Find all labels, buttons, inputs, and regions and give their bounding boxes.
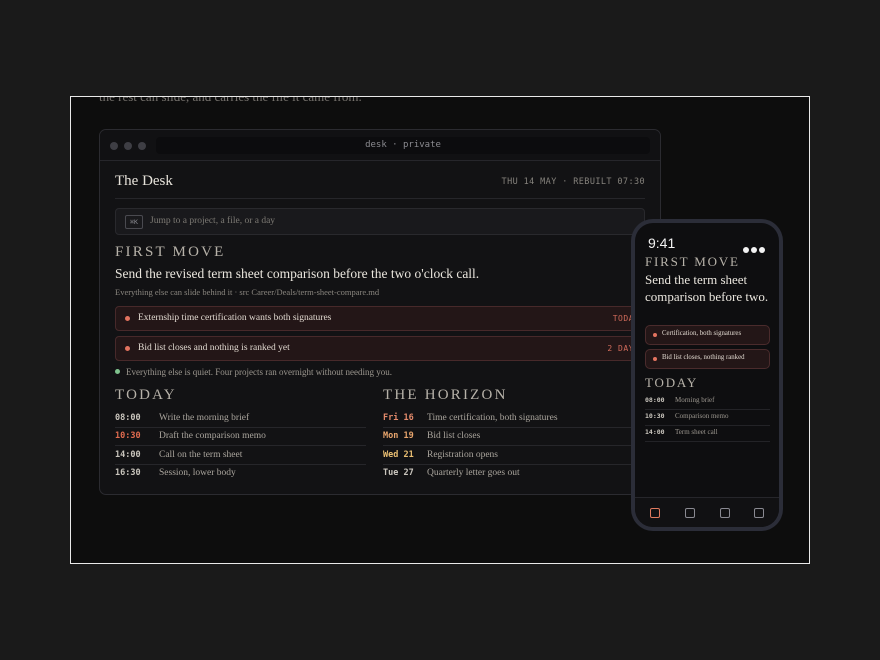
horizon-day: Tue 27 xyxy=(383,468,414,478)
phone-today-time: 10:30 xyxy=(645,412,665,420)
command-k-icon: ⌘K xyxy=(125,215,143,229)
window-close-dot[interactable] xyxy=(110,142,118,150)
divider xyxy=(115,198,645,199)
today-row[interactable]: 16:30 Session, lower body xyxy=(115,465,366,483)
today-label: Draft the comparison memo xyxy=(159,431,266,441)
phone-today-row[interactable]: 10:30 Comparison memo xyxy=(645,410,770,426)
phone-today-heading: TODAY xyxy=(645,375,699,390)
jump-search[interactable]: ⌘K Jump to a project, a file, or a day xyxy=(115,208,645,235)
today-row[interactable]: 08:00 Write the morning brief xyxy=(115,410,366,428)
horizon-heading: THE HORIZON xyxy=(383,387,508,403)
alert-row[interactable]: Externship time certification wants both… xyxy=(115,306,645,331)
home-tab-icon[interactable] xyxy=(650,508,660,518)
today-label: Session, lower body xyxy=(159,468,236,478)
status-dot-icon xyxy=(115,369,120,374)
projects-tab-icon[interactable] xyxy=(685,508,695,518)
phone-alert[interactable]: Bid list closes, nothing ranked xyxy=(645,349,770,369)
horizon-row[interactable]: Wed 21 Registration opens xyxy=(383,447,634,465)
today-label: Write the morning brief xyxy=(159,413,250,423)
phone-today-time: 14:00 xyxy=(645,428,665,436)
today-time-highlight: 10:30 xyxy=(115,431,141,441)
alert-dot-icon xyxy=(125,316,130,321)
desk-window: desk · private The Desk THU 14 MAY · REB… xyxy=(99,129,661,495)
phone-today-time: 08:00 xyxy=(645,396,665,404)
horizon-row[interactable]: Tue 27 Quarterly letter goes out xyxy=(383,465,634,483)
page-title: The Desk xyxy=(115,173,173,189)
phone-first-move-heading: FIRST MOVE xyxy=(645,254,740,269)
phone-headline: Send the term sheet comparison before tw… xyxy=(645,272,769,304)
window-minimize-dot[interactable] xyxy=(124,142,132,150)
phone-tab-bar xyxy=(635,497,779,527)
window-titlebar: desk · private xyxy=(100,130,660,161)
horizon-day: Wed 21 xyxy=(383,450,414,460)
window-zoom-dot[interactable] xyxy=(138,142,146,150)
search-placeholder: Jump to a project, a file, or a day xyxy=(150,216,276,226)
alert-text: Bid list closes and nothing is ranked ye… xyxy=(138,343,290,353)
today-row[interactable]: 10:30 Draft the comparison memo xyxy=(115,428,366,446)
horizon-row[interactable]: Mon 19 Bid list closes xyxy=(383,428,634,446)
phone-alert[interactable]: Certification, both signatures xyxy=(645,325,770,345)
today-time: 08:00 xyxy=(115,413,141,423)
horizon-day: Mon 19 xyxy=(383,431,414,441)
phone-today-row[interactable]: 14:00 Term sheet call xyxy=(645,426,770,442)
alert-row[interactable]: Bid list closes and nothing is ranked ye… xyxy=(115,336,645,361)
first-move-heading: FIRST MOVE xyxy=(115,244,226,260)
first-move-source: Everything else can slide behind it · sr… xyxy=(115,287,380,297)
today-time: 14:00 xyxy=(115,450,141,460)
today-heading: TODAY xyxy=(115,387,177,403)
quiet-status: Everything else is quiet. Four projects … xyxy=(115,367,392,377)
calendar-tab-icon[interactable] xyxy=(720,508,730,518)
today-row[interactable]: 14:00 Call on the term sheet xyxy=(115,447,366,465)
phone-today-label: Term sheet call xyxy=(675,428,718,436)
showcase-frame: the rest can slide, and carries the file… xyxy=(70,96,810,564)
today-label: Call on the term sheet xyxy=(159,450,243,460)
settings-tab-icon[interactable] xyxy=(754,508,764,518)
horizon-label: Bid list closes xyxy=(427,431,481,441)
alert-dot-icon xyxy=(125,346,130,351)
alert-dot-icon xyxy=(653,333,657,337)
horizon-row[interactable]: Fri 16 Time certification, both signature… xyxy=(383,410,634,428)
horizon-day: Fri 16 xyxy=(383,413,414,423)
phone-screen: 9:41 FIRST MOVE Send the term sheet comp… xyxy=(635,223,779,527)
horizon-label: Quarterly letter goes out xyxy=(427,468,520,478)
date-stamp: THU 14 MAY · REBUILT 07:30 xyxy=(501,177,645,187)
today-time: 16:30 xyxy=(115,468,141,478)
signal-icon xyxy=(741,240,765,258)
phone-today-label: Morning brief xyxy=(675,396,715,404)
horizon-label: Registration opens xyxy=(427,450,498,460)
alert-text: Externship time certification wants both… xyxy=(138,313,332,323)
horizon-label: Time certification, both signatures xyxy=(427,413,558,423)
phone-mockup: 9:41 FIRST MOVE Send the term sheet comp… xyxy=(631,219,783,531)
phone-today-row[interactable]: 08:00 Morning brief xyxy=(645,394,770,410)
phone-alert-text: Bid list closes, nothing ranked xyxy=(662,354,745,361)
intro-text: the rest can slide, and carries the file… xyxy=(99,96,362,104)
phone-clock: 9:41 xyxy=(648,235,676,251)
phone-alert-text: Certification, both signatures xyxy=(662,330,742,337)
alert-due-tag: 2 DAY xyxy=(607,344,634,353)
first-move-headline: Send the revised term sheet comparison b… xyxy=(115,266,480,281)
quiet-text: Everything else is quiet. Four projects … xyxy=(126,367,392,377)
phone-today-label: Comparison memo xyxy=(675,412,729,420)
alert-dot-icon xyxy=(653,357,657,361)
address-bar[interactable]: desk · private xyxy=(156,137,650,154)
